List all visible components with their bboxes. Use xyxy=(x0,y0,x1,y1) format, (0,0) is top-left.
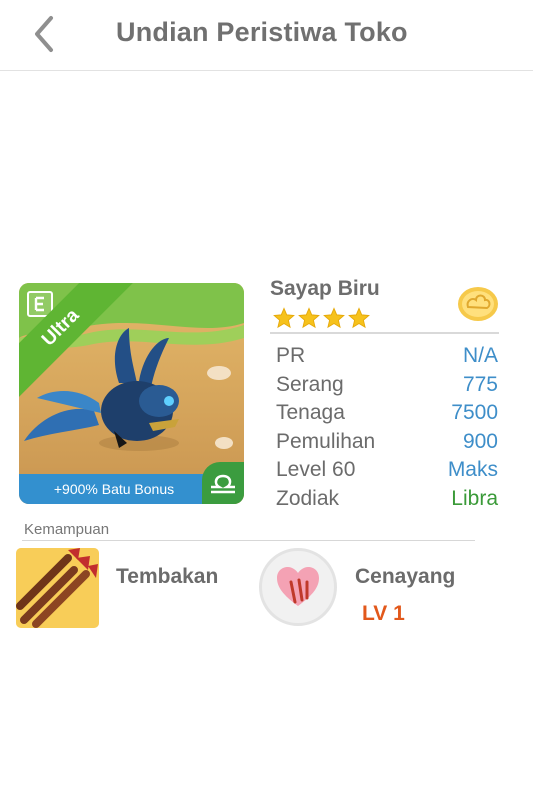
abilities-section-label: Kemampuan xyxy=(24,521,110,538)
star-icon xyxy=(273,307,295,329)
stat-row-zodiac: Zodiak Libra xyxy=(276,485,498,514)
stat-row-pr: PR N/A xyxy=(276,342,498,371)
chevron-left-icon xyxy=(35,16,53,52)
section-divider xyxy=(22,540,475,541)
stats-divider xyxy=(270,332,499,334)
stat-row-attack: Serang 775 xyxy=(276,371,498,400)
ability-name: Cenayang xyxy=(355,565,456,588)
star-rating xyxy=(273,307,370,329)
ability-name: Tembakan xyxy=(116,565,219,588)
stat-value: 900 xyxy=(462,429,498,453)
cloud-coin-icon[interactable] xyxy=(456,285,500,323)
stat-row-level: Level 60 Maks xyxy=(276,456,498,485)
stat-value: 7500 xyxy=(451,401,498,425)
pink-heart-claw-icon[interactable] xyxy=(259,548,337,626)
star-icon xyxy=(323,307,345,329)
back-button[interactable] xyxy=(22,12,66,56)
star-icon xyxy=(298,307,320,329)
pet-name: Sayap Biru xyxy=(270,277,380,300)
stat-label: PR xyxy=(276,344,306,367)
ability-level: LV 1 xyxy=(362,602,405,625)
stat-row-power: Tenaga 7500 xyxy=(276,399,498,428)
stat-value: Maks xyxy=(447,458,498,482)
stat-row-recovery: Pemulihan 900 xyxy=(276,428,498,457)
stat-label: Serang xyxy=(276,372,344,396)
libra-icon xyxy=(211,474,235,494)
stats-list: PR N/A Serang 775 Tenaga 7500 Pemulihan … xyxy=(276,342,498,514)
stat-label: Tenaga xyxy=(276,401,345,425)
pet-card[interactable]: Ultra +900% Batu Bonus xyxy=(19,283,244,504)
zodiac-badge xyxy=(202,462,244,504)
stat-label: Level 60 xyxy=(276,458,356,482)
stat-value: Libra xyxy=(451,486,498,510)
bonus-bar: +900% Batu Bonus xyxy=(19,474,209,504)
stat-label: Pemulihan xyxy=(276,429,376,453)
page-title: Undian Peristiwa Toko xyxy=(116,17,408,47)
stat-label: Zodiak xyxy=(276,486,340,510)
header-bar: Undian Peristiwa Toko xyxy=(0,0,533,71)
stat-value: 775 xyxy=(462,372,498,396)
stat-value: N/A xyxy=(462,344,498,367)
triple-arrow-icon[interactable] xyxy=(16,548,99,628)
star-icon xyxy=(348,307,370,329)
